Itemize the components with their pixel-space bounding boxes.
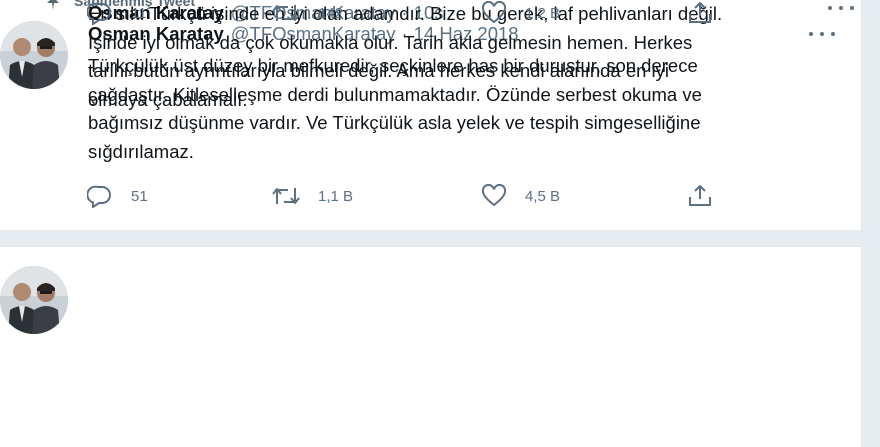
retweet-icon	[272, 1, 300, 25]
pin-icon	[44, 0, 62, 11]
like-count: 1,2 B	[525, 4, 561, 22]
like-count: 4,5 B	[525, 187, 561, 205]
reply-icon	[87, 184, 113, 208]
retweet-button[interactable]: 142	[272, 0, 343, 26]
tweet-text-line: olmaya çabalamalı.	[88, 88, 248, 110]
reply-count: 11	[131, 4, 147, 22]
tweet-text-line: sığdırılamaz.	[88, 140, 194, 162]
avatar[interactable]	[0, 266, 68, 334]
share-icon	[687, 1, 713, 25]
reply-count: 51	[131, 187, 148, 205]
retweet-count: 1,1 B	[318, 187, 354, 205]
like-icon	[481, 184, 507, 208]
tweet-card[interactable]	[0, 246, 862, 447]
like-icon	[481, 1, 507, 25]
like-button[interactable]: 1,2 B	[481, 0, 560, 26]
reply-icon	[87, 1, 113, 25]
like-button[interactable]: 4,5 B	[481, 183, 560, 209]
retweet-icon	[272, 184, 300, 208]
retweet-count: 142	[318, 4, 344, 22]
retweet-button[interactable]: 1,1 B	[272, 183, 353, 209]
tweet-actions: 51 1,1 B 4,5 B	[87, 183, 727, 209]
reply-button[interactable]: 51	[87, 183, 148, 209]
share-icon	[687, 184, 713, 208]
share-button[interactable]	[687, 183, 713, 209]
reply-button[interactable]: 11	[87, 0, 147, 26]
avatar[interactable]	[0, 21, 68, 89]
tweet-text-line: İşinde iyi olmak da çok okumakla olur. T…	[88, 31, 693, 53]
tweet-text-line: tarihi bütün ayrıntılarıyla bilmeli deği…	[88, 60, 670, 81]
share-button[interactable]	[687, 0, 713, 26]
tweet-actions: 11 142 1,2 B	[87, 0, 727, 26]
